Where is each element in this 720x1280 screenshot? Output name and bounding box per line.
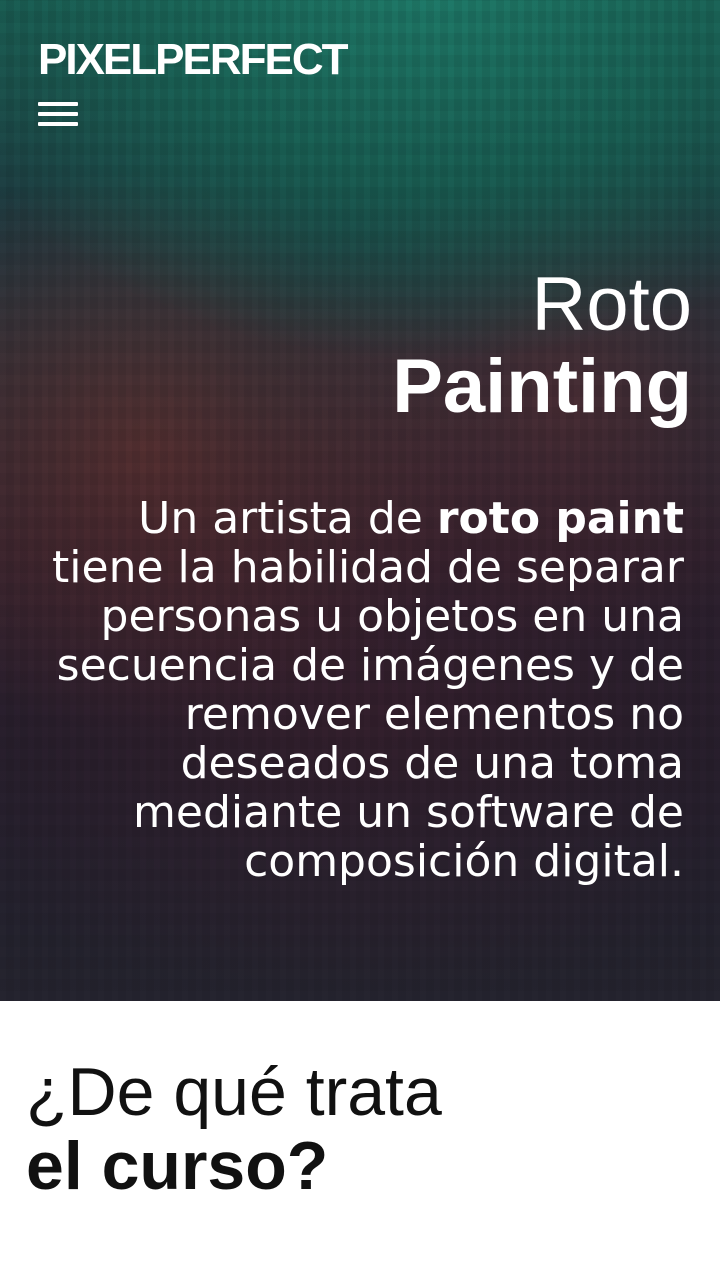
menu-bar [38, 112, 78, 116]
course-section: ¿De qué trata el curso? [0, 1001, 720, 1280]
description-rest: tiene la habilidad de separar personas u… [52, 542, 684, 887]
hero-section: PIXELPERFECT Roto Painting Un artista de… [0, 0, 720, 1001]
hero-title: Roto Painting [392, 262, 692, 430]
menu-bar [38, 122, 78, 126]
course-heading-light: ¿De qué trata [26, 1054, 442, 1130]
site-logo[interactable]: PIXELPERFECT [38, 36, 348, 84]
hamburger-menu-icon[interactable] [38, 102, 78, 128]
course-heading-bold: el curso? [26, 1128, 329, 1204]
menu-bar [38, 102, 78, 106]
description-bold: roto paint [436, 493, 684, 544]
hero-description: Un artista de roto paint tiene la habili… [24, 494, 684, 886]
description-prefix: Un artista de [138, 493, 437, 544]
hero-title-light: Roto [531, 262, 692, 347]
hero-title-bold: Painting [392, 344, 692, 429]
